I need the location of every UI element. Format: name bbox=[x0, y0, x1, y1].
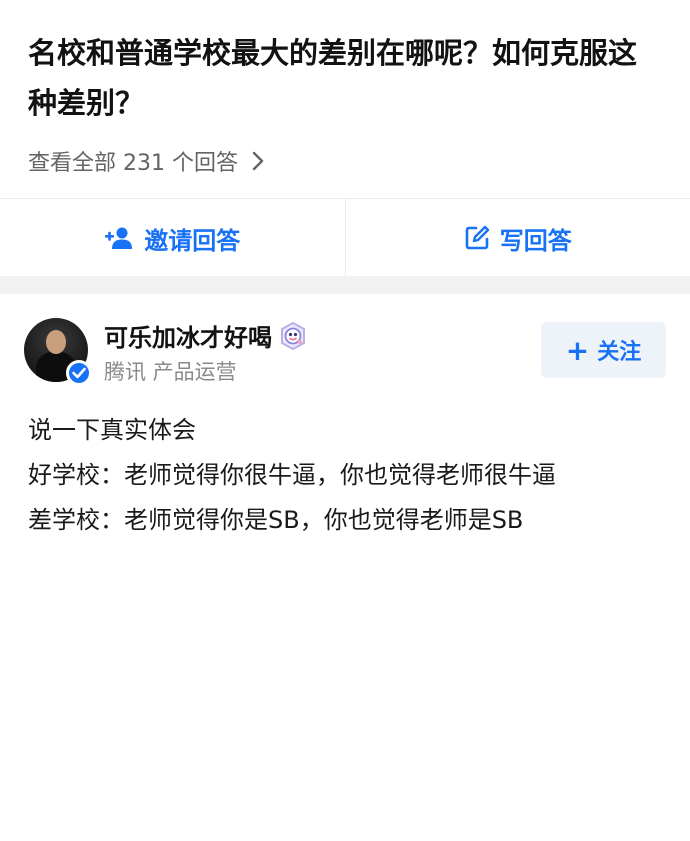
answer-paragraph: 说一下真实体会 bbox=[28, 416, 196, 444]
add-user-icon bbox=[104, 226, 134, 250]
plus-icon: + bbox=[565, 333, 590, 367]
verified-check-icon bbox=[66, 360, 92, 386]
write-answer-label: 写回答 bbox=[499, 226, 572, 255]
answer-content[interactable]: 说一下真实体会 好学校：老师觉得你很牛逼，你也觉得老师很牛逼 差学校：老师觉得你… bbox=[0, 390, 690, 543]
author-info: 可乐加冰才好喝 腾讯 产品运营 + 关注 bbox=[0, 294, 690, 390]
view-all-answers-link[interactable]: 查看全部 231 个回答 bbox=[28, 142, 662, 180]
section-divider bbox=[0, 276, 690, 294]
author-name-text: 可乐加冰才好喝 bbox=[104, 324, 272, 352]
question-header: 名校和普通学校最大的差别在哪呢？如何克服这种差别？ 查看全部 231 个回答 bbox=[0, 0, 690, 180]
question-title[interactable]: 名校和普通学校最大的差别在哪呢？如何克服这种差别？ bbox=[28, 28, 662, 128]
user-badge-icon bbox=[278, 321, 308, 351]
invite-answer-label: 邀请回答 bbox=[144, 226, 241, 255]
answer-paragraph: 好学校：老师觉得你很牛逼，你也觉得老师很牛逼 bbox=[28, 461, 556, 489]
invite-answer-button[interactable]: 邀请回答 bbox=[0, 199, 345, 277]
follow-button[interactable]: + 关注 bbox=[541, 322, 666, 378]
answer-paragraph: 差学校：老师觉得你是SB，你也觉得老师是SB bbox=[28, 506, 524, 534]
author-description: 腾讯 产品运营 bbox=[104, 360, 237, 384]
question-page: 名校和普通学校最大的差别在哪呢？如何克服这种差别？ 查看全部 231 个回答 邀… bbox=[0, 0, 690, 841]
write-answer-button[interactable]: 写回答 bbox=[344, 199, 690, 277]
chevron-right-icon bbox=[252, 151, 264, 171]
view-all-label: 查看全部 231 个回答 bbox=[28, 151, 238, 176]
answer-card: 可乐加冰才好喝 腾讯 产品运营 + 关注 说一下真实体会 好学校：老师觉得你很牛… bbox=[0, 294, 690, 543]
follow-label: 关注 bbox=[597, 340, 642, 365]
author-name[interactable]: 可乐加冰才好喝 bbox=[104, 318, 308, 353]
question-action-bar: 邀请回答 写回答 bbox=[0, 198, 690, 277]
edit-icon bbox=[464, 225, 490, 251]
